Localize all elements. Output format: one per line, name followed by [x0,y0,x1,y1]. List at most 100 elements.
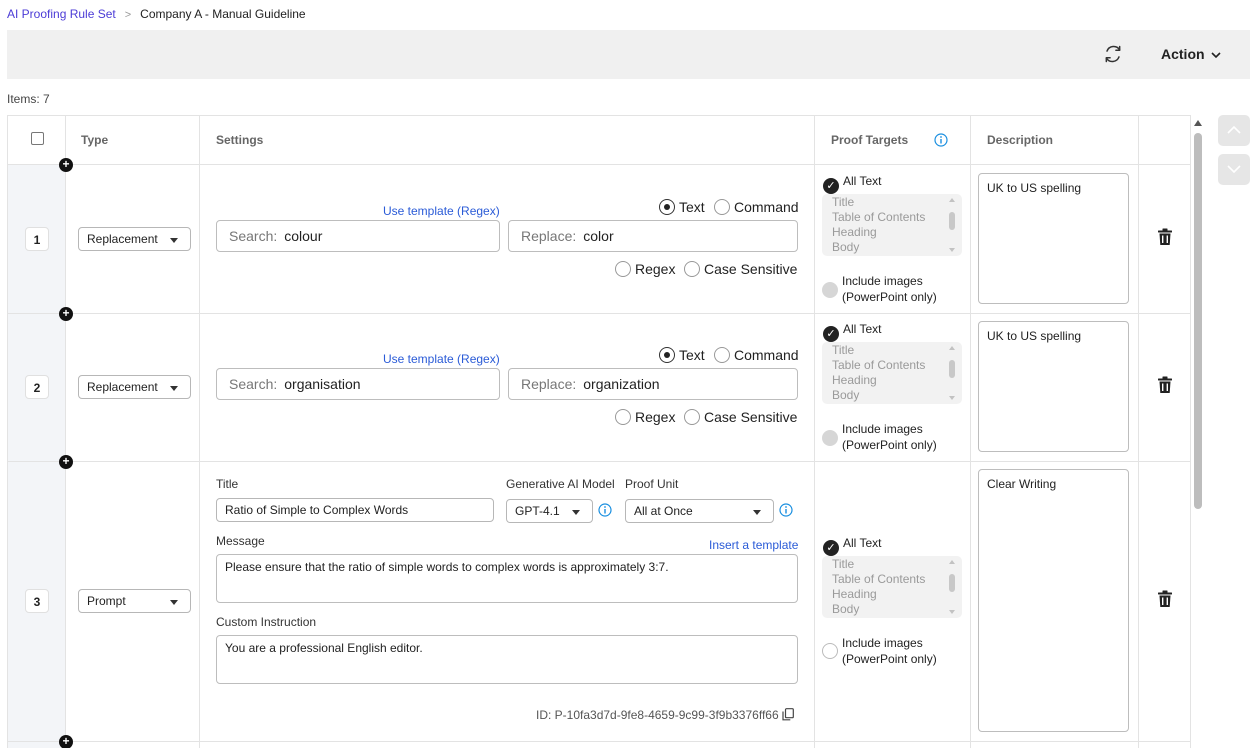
type-select[interactable]: Prompt [78,589,191,613]
row-number: 1 [25,227,49,251]
target-item: Heading [832,587,877,601]
add-row-button[interactable]: + [59,455,73,469]
search-field[interactable]: Search: colour [216,220,500,252]
info-icon[interactable] [779,503,793,517]
case-sensitive-option[interactable]: Case Sensitive [684,409,797,425]
replace-field[interactable]: Replace: organization [508,368,798,400]
search-field-value: colour [284,228,323,244]
replace-field[interactable]: Replace: color [508,220,798,252]
header-type: Type [81,133,109,147]
rules-grid: Type Settings Proof Targets Description … [7,115,1191,748]
case-sensitive-option-label: Case Sensitive [704,409,798,425]
add-row-button[interactable]: + [59,735,73,748]
type-select[interactable]: Replacement [78,227,191,251]
target-item: Title [832,343,855,357]
include-images-label: Include images (PowerPoint only) [842,421,937,453]
message-textarea[interactable]: Please ensure that the ratio of simple w… [216,554,798,603]
all-text-toggle[interactable]: ✓ All Text [823,322,881,342]
description-field[interactable]: UK to US spelling [978,321,1129,452]
regex-option-label: Regex [635,261,676,277]
radio-text[interactable]: Text [659,199,705,215]
grid-scrollbar[interactable] [1192,118,1204,748]
use-template-link[interactable]: Use template (Regex) [383,204,500,218]
caret-down-icon [753,510,761,515]
list-scrollbar[interactable] [948,346,956,400]
scroll-up-arrow-icon [949,346,955,350]
include-images-toggle[interactable]: Include images (PowerPoint only) [822,635,962,669]
move-down-button[interactable] [1218,154,1250,185]
include-images-line: (PowerPoint only) [842,290,937,304]
all-text-label: All Text [843,174,882,188]
trash-icon[interactable] [1157,590,1173,608]
radio-command-label: Command [734,199,799,215]
trash-icon[interactable] [1157,228,1173,246]
caret-down-icon [170,600,178,605]
breadcrumb-parent-link[interactable]: AI Proofing Rule Set [7,7,116,21]
radio-command[interactable]: Command [714,199,799,215]
case-sensitive-option[interactable]: Case Sensitive [684,261,797,277]
proof-target-list[interactable]: Title Table of Contents Heading Body [822,194,962,256]
all-text-toggle[interactable]: ✓ All Text [823,536,881,556]
action-menu-button[interactable]: Action [1161,46,1221,62]
radio-text[interactable]: Text [659,347,705,363]
trash-icon[interactable] [1157,376,1173,394]
radio-command[interactable]: Command [714,347,799,363]
select-all-checkbox[interactable] [31,132,44,145]
add-row-button[interactable]: + [59,307,73,321]
scroll-up-arrow-icon [949,198,955,202]
chevron-down-icon [1210,52,1221,58]
breadcrumb-current: Company A - Manual Guideline [140,7,306,21]
radio-unselected-icon [684,261,700,277]
refresh-icon[interactable] [1103,44,1123,64]
include-images-line: Include images [842,274,923,288]
proof-target-list[interactable]: Title Table of Contents Heading Body [822,342,962,404]
insert-template-link[interactable]: Insert a template [709,538,798,552]
breadcrumb: AI Proofing Rule Set > Company A - Manual … [7,7,306,21]
all-text-toggle[interactable]: ✓ All Text [823,174,881,194]
replace-field-label: Replace: [521,228,577,244]
custom-instruction-textarea[interactable]: You are a professional English editor. [216,635,798,684]
copy-icon[interactable] [782,708,794,721]
add-row-button[interactable]: + [59,158,73,172]
target-item: Body [832,388,860,402]
scroll-up-arrow-icon[interactable] [1194,120,1202,126]
regex-option[interactable]: Regex [615,261,675,277]
include-images-label: Include images (PowerPoint only) [842,273,937,305]
scroll-thumb [949,360,955,378]
model-select[interactable]: GPT-4.1 [506,499,593,523]
toggle-off-icon [822,430,838,446]
proof-target-list[interactable]: Title Table of Contents Heading Body [822,556,962,618]
list-scrollbar[interactable] [948,560,956,614]
regex-option[interactable]: Regex [615,409,675,425]
include-images-label: Include images (PowerPoint only) [842,635,937,667]
move-up-button[interactable] [1218,115,1250,146]
info-icon[interactable] [934,133,948,147]
title-label: Title [216,477,239,491]
header-proof-targets: Proof Targets [831,133,909,147]
message-label: Message [216,534,265,548]
gen-model-label: Generative AI Model [506,477,615,491]
proof-unit-select[interactable]: All at Once [625,499,774,523]
type-select[interactable]: Replacement [78,375,191,399]
scroll-thumb[interactable] [1194,133,1202,509]
header-description: Description [987,133,1054,147]
target-item: Title [832,195,855,209]
use-template-link[interactable]: Use template (Regex) [383,352,500,366]
search-field[interactable]: Search: organisation [216,368,500,400]
title-input[interactable]: Ratio of Simple to Complex Words [216,498,494,522]
scroll-down-arrow-icon [949,610,955,614]
include-images-line: Include images [842,422,923,436]
include-images-toggle[interactable]: Include images (PowerPoint only) [822,273,962,307]
target-item: Table of Contents [832,358,926,372]
target-item: Heading [832,373,877,387]
list-scrollbar[interactable] [948,198,956,252]
include-images-toggle[interactable]: Include images (PowerPoint only) [822,421,962,455]
chevron-down-icon [1227,165,1241,174]
caret-down-icon [170,238,178,243]
type-select-value: Replacement [87,232,158,246]
chevron-up-icon [1227,125,1241,134]
description-field[interactable]: UK to US spelling [978,173,1129,304]
info-icon[interactable] [598,503,612,517]
description-field[interactable]: Clear Writing [978,469,1129,732]
radio-unselected-icon [714,199,730,215]
